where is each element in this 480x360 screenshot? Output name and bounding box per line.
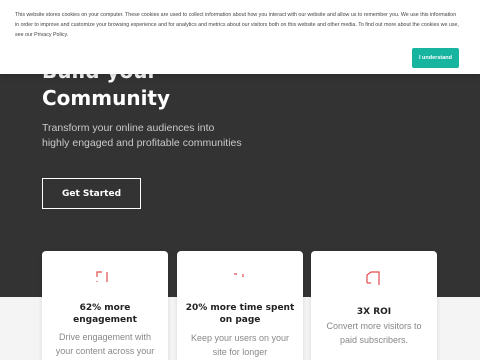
feature-card-time: 20% more time spent on page Keep your us… (177, 251, 303, 360)
card-title: 20% more time spent on page (185, 303, 295, 325)
cookie-banner: This website stores cookies on your comp… (0, 0, 480, 74)
card-title: 3X ROI (356, 307, 392, 317)
feature-card-roi: 3X ROI Convert more visitors to paid sub… (311, 251, 437, 360)
hero-subtitle: Transform your online audiences into hig… (42, 122, 242, 149)
accept-cookies-button[interactable]: I understand (412, 48, 459, 68)
card-description: Convert more visitors to paid subscriber… (326, 321, 422, 345)
feature-card-engagement: 62% more engagement Drive engagement wit… (42, 251, 168, 360)
engagement-icon (96, 271, 108, 282)
cookie-banner-text: This website stores cookies on your comp… (15, 12, 459, 38)
time-icon (234, 273, 244, 277)
get-started-button[interactable]: Get Started (42, 178, 141, 209)
hero-title-line2: Community (42, 86, 171, 110)
card-description: Keep your users on your site for longer (190, 333, 290, 357)
card-description: Drive engagement with your content acros… (55, 332, 155, 356)
roi-icon (366, 271, 380, 285)
card-title: 62% more engagement (73, 303, 137, 325)
